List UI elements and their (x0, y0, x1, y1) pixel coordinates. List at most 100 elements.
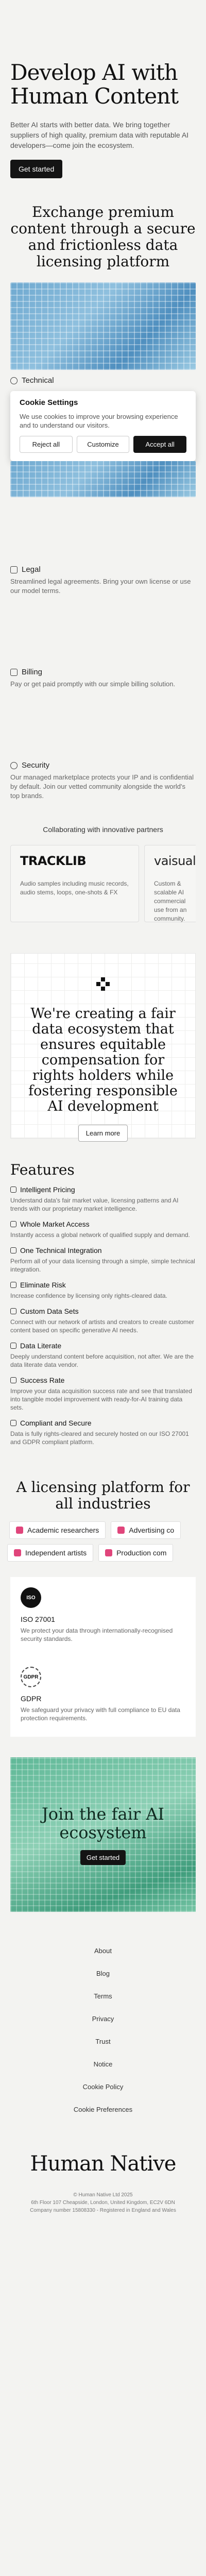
cookie-text: We use cookies to improve your browsing … (20, 413, 178, 429)
join-section: Join the fair AI ecosystem Get started (10, 1757, 196, 1912)
feature-label: Billing (22, 668, 43, 676)
feature-name: Custom Data Sets (20, 1307, 79, 1315)
address-line: 6th Floor 107 Cheapside, London, United … (31, 2200, 175, 2206)
industry-icon (14, 1549, 21, 1556)
exchange-section: Exchange premium content through a secur… (0, 199, 206, 805)
chart-icon (10, 1377, 16, 1383)
feature-item: One Technical Integration Perform all of… (10, 1246, 196, 1274)
feature-desc: Increase confidence by licensing only ri… (10, 1292, 167, 1299)
feature-label: Security (22, 761, 50, 770)
feature-item: Success Rate Improve your data acquisiti… (10, 1376, 196, 1412)
feature-desc: Pay or get paid promptly with our simple… (10, 680, 176, 688)
industry-icon (16, 1527, 23, 1534)
book-icon (10, 1343, 16, 1349)
compliance-title: ISO 27001 (21, 1615, 55, 1623)
copyright: © Human Native Ltd 2025 6th Floor 107 Ch… (10, 2191, 196, 2214)
feature-label: Legal (22, 565, 41, 574)
compliance-desc: We protect your data through internation… (21, 1627, 173, 1642)
footer: About Blog Terms Privacy Trust Notice Co… (0, 1912, 206, 2227)
footer-link-cookie-preferences[interactable]: Cookie Preferences (10, 2098, 196, 2121)
cookie-title: Cookie Settings (20, 398, 78, 407)
feature-security: Security (10, 755, 196, 773)
lock-icon (10, 1420, 16, 1426)
industries-title: A licensing platform for all industries (16, 1479, 190, 1512)
compliance-section: ISO ISO 27001 We protect your data throu… (10, 1577, 196, 1737)
feature-desc: Understand data's fair market value, lic… (10, 1197, 179, 1212)
pricing-icon (10, 1187, 16, 1193)
iso-badge-icon: ISO (21, 1587, 41, 1608)
partner-logo: TRACKLIB (20, 854, 87, 868)
hero-section: Develop AI with Human Content Better AI … (0, 0, 206, 199)
copyright-line: © Human Native Ltd 2025 (73, 2192, 133, 2198)
shield-icon (10, 1282, 16, 1288)
exchange-title: Exchange premium content through a secur… (10, 204, 196, 270)
learn-more-button[interactable]: Learn more (78, 1125, 128, 1142)
feature-name: Success Rate (20, 1376, 65, 1384)
feature-desc: Data is fully rights-cleared and securel… (10, 1430, 189, 1446)
mission-text: We're creating a fair data ecosystem tha… (28, 1006, 178, 1114)
industries-section: A licensing platform for all industries … (0, 1446, 206, 1562)
feature-billing: Billing (10, 662, 196, 680)
partners-section: Collaborating with innovative partners T… (0, 825, 206, 922)
feature-item: Data Literate Deeply understand content … (10, 1342, 196, 1369)
partners-title: Collaborating with innovative partners (43, 825, 163, 834)
technical-illustration (10, 282, 196, 370)
human-native-logo-icon (96, 977, 110, 991)
footer-link-about[interactable]: About (10, 1940, 196, 1962)
feature-desc: Perform all of your data licensing throu… (10, 1258, 195, 1273)
company-line: Company number 15808330 - Registered in … (30, 2208, 176, 2213)
partner-logo: vaisual (154, 854, 196, 868)
footer-links: About Blog Terms Privacy Trust Notice Co… (10, 1940, 196, 2121)
accept-all-button[interactable]: Accept all (133, 436, 187, 453)
partners-carousel[interactable]: TRACKLIB Audio samples including music r… (10, 845, 196, 922)
industry-row: Academic researchers Advertising co (0, 1521, 206, 1539)
dataset-icon (10, 1308, 16, 1314)
feature-desc: Instantly access a global network of qua… (10, 1231, 190, 1239)
footer-link-privacy[interactable]: Privacy (10, 2008, 196, 2030)
feature-technical: Technical (10, 370, 196, 388)
industry-icon (105, 1549, 113, 1556)
join-get-started-button[interactable]: Get started (80, 1850, 126, 1865)
partner-desc: Audio samples including music records, a… (20, 880, 129, 896)
partner-card[interactable]: vaisual Custom & scalable AI commercial … (144, 845, 196, 922)
industry-row: Independent artists Production com (0, 1544, 206, 1562)
partner-desc: Custom & scalable AI commercial use from… (154, 880, 187, 922)
feature-item: Whole Market Access Instantly access a g… (10, 1220, 196, 1239)
globe-icon (10, 1221, 16, 1227)
partner-card[interactable]: TRACKLIB Audio samples including music r… (10, 845, 139, 922)
features-section: Features Intelligent Pricing Understand … (0, 1139, 206, 1446)
get-started-button[interactable]: Get started (10, 160, 63, 178)
feature-desc: Connect with our network of artists and … (10, 1318, 194, 1334)
footer-link-terms[interactable]: Terms (10, 1985, 196, 2008)
feature-name: Whole Market Access (20, 1220, 90, 1228)
feature-name: One Technical Integration (20, 1246, 102, 1255)
feature-item: Intelligent Pricing Understand data's fa… (10, 1185, 196, 1213)
mission-section: We're creating a fair data ecosystem tha… (10, 953, 196, 1142)
footer-link-notice[interactable]: Notice (10, 2053, 196, 2076)
footer-link-trust[interactable]: Trust (10, 2030, 196, 2053)
feature-desc: Deeply understand content before acquisi… (10, 1353, 194, 1368)
compliance-title: GDPR (21, 1694, 42, 1703)
scale-icon (10, 566, 18, 573)
feature-legal: Legal (10, 559, 196, 577)
footer-link-blog[interactable]: Blog (10, 1962, 196, 1985)
footer-link-cookie-policy[interactable]: Cookie Policy (10, 2076, 196, 2098)
cookie-banner: Cookie Settings We use cookies to improv… (10, 391, 196, 461)
feature-item: Compliant and Secure Data is fully right… (10, 1419, 196, 1446)
lock-icon (10, 761, 18, 769)
reject-all-button[interactable]: Reject all (20, 436, 73, 453)
feature-item: Custom Data Sets Connect with our networ… (10, 1307, 196, 1334)
gdpr-badge-icon: GDPR (21, 1667, 41, 1687)
customize-button[interactable]: Customize (76, 436, 130, 453)
hero-subtitle: Better AI starts with better data. We br… (10, 121, 189, 149)
feature-desc: Our managed marketplace protects your IP… (10, 773, 194, 800)
feature-desc: Improve your data acquisition success ra… (10, 1387, 192, 1411)
industry-icon (117, 1527, 125, 1534)
join-title: Join the fair AI ecosystem (41, 1804, 165, 1842)
features-title: Features (10, 1161, 75, 1178)
feature-name: Eliminate Risk (20, 1281, 66, 1289)
industry-label: Independent artists (25, 1549, 87, 1557)
industry-pill: Advertising co (111, 1521, 181, 1539)
industry-label: Production com (116, 1549, 167, 1557)
card-icon (10, 668, 18, 676)
